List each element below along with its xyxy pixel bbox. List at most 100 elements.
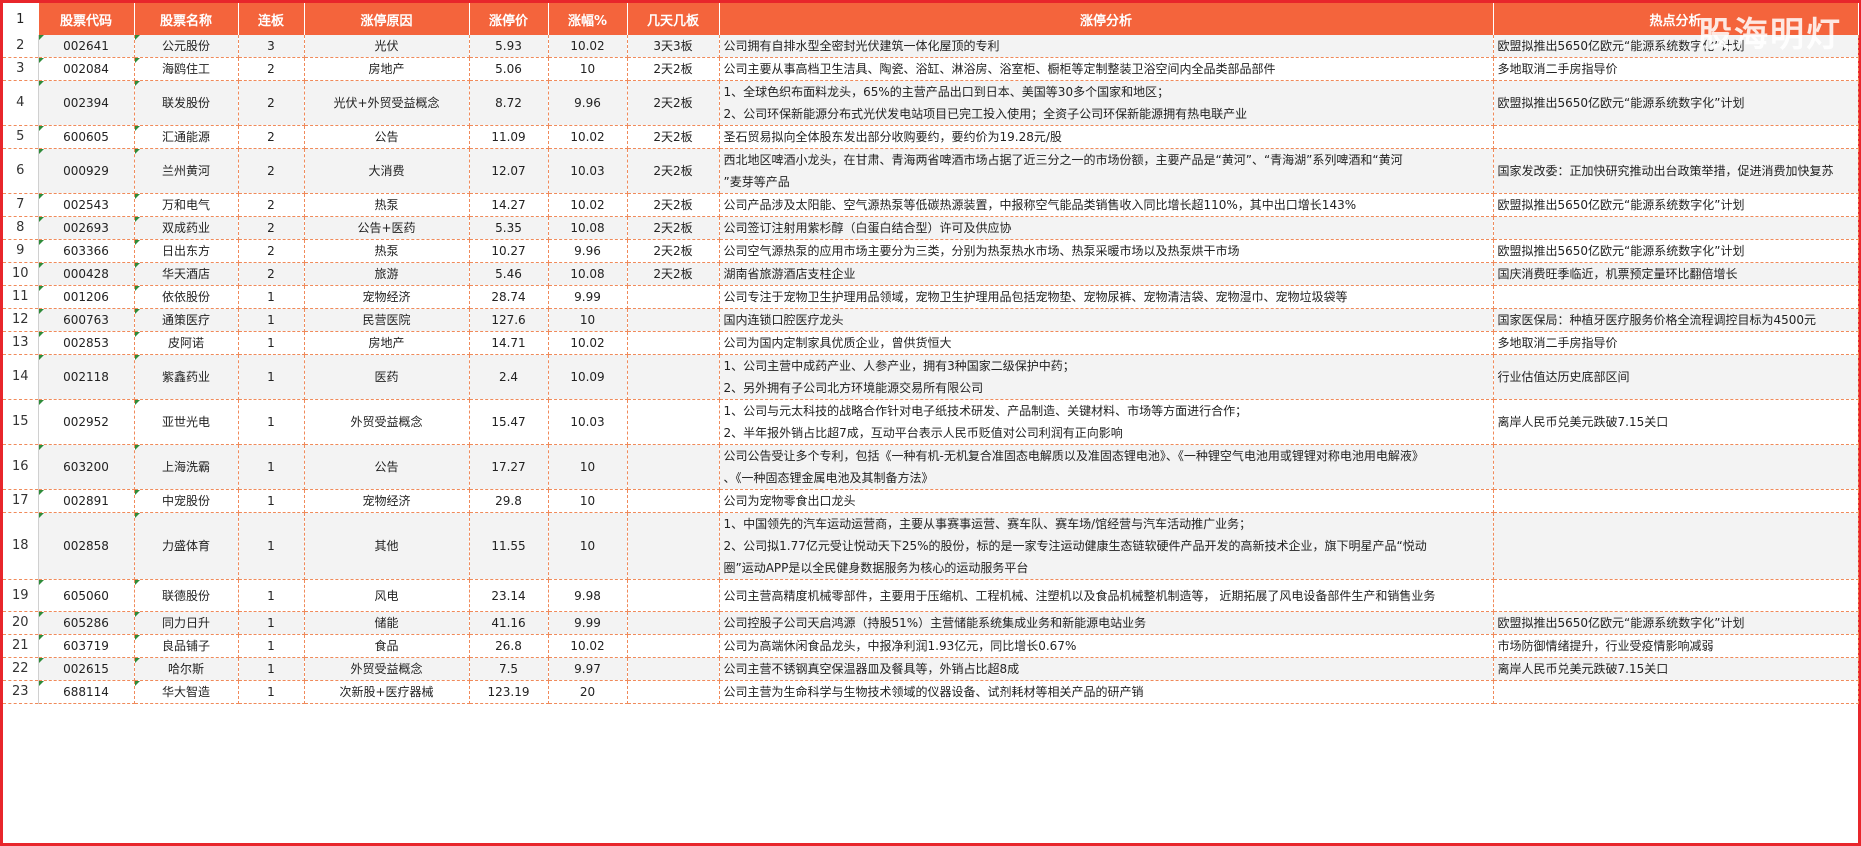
row-number-cell[interactable]: 12 [3, 308, 39, 332]
days-boards-cell[interactable] [627, 285, 720, 309]
hot-analysis-cell[interactable]: 欧盟拟推出5650亿欧元“能源系统数字化”计划 [1493, 239, 1859, 263]
stock-code-cell[interactable]: 002394 [38, 80, 135, 126]
stock-name-cell[interactable]: 良品铺子 [134, 634, 239, 658]
stock-name-cell[interactable]: 皮阿诺 [134, 331, 239, 355]
days-boards-cell[interactable]: 2天2板 [627, 125, 720, 149]
stock-code-cell[interactable]: 605060 [38, 579, 135, 612]
change-pct-cell[interactable]: 9.98 [548, 579, 628, 612]
stock-name-cell[interactable]: 华天酒店 [134, 262, 239, 286]
limit-up-analysis-cell[interactable]: 公司签订注射用紫杉醇（白蛋白结合型）许可及供应协 [719, 216, 1494, 240]
row-number-cell[interactable]: 2 [3, 35, 39, 58]
stock-code-cell[interactable]: 600605 [38, 125, 135, 149]
consecutive-boards-cell[interactable]: 1 [238, 354, 305, 400]
limit-up-reason-cell[interactable]: 公告+医药 [304, 216, 470, 240]
limit-up-reason-cell[interactable]: 公告 [304, 125, 470, 149]
limit-up-reason-cell[interactable]: 热泵 [304, 239, 470, 263]
consecutive-boards-cell[interactable]: 2 [238, 57, 305, 81]
limit-up-analysis-cell[interactable]: 公司主营不锈钢真空保温器皿及餐具等，外销占比超8成 [719, 657, 1494, 681]
stock-code-cell[interactable]: 002853 [38, 331, 135, 355]
row-number-cell[interactable]: 13 [3, 331, 39, 355]
limit-up-reason-cell[interactable]: 旅游 [304, 262, 470, 286]
hot-analysis-cell[interactable]: 离岸人民币兑美元跌破7.15关口 [1493, 399, 1859, 445]
limit-up-analysis-header[interactable]: 涨停分析 [719, 3, 1494, 35]
hot-analysis-cell[interactable]: 多地取消二手房指导价 [1493, 331, 1859, 355]
limit-up-analysis-cell[interactable]: 1、全球色织布面料龙头，65%的主营产品出口到日本、美国等30多个国家和地区； 2… [719, 80, 1494, 126]
limit-up-price-cell[interactable]: 14.27 [469, 193, 549, 217]
consecutive-boards-cell[interactable]: 1 [238, 680, 305, 704]
stock-code-header[interactable]: 股票代码 [38, 3, 135, 35]
change-pct-header[interactable]: 涨幅% [548, 3, 628, 35]
consecutive-boards-cell[interactable]: 2 [238, 193, 305, 217]
stock-code-cell[interactable]: 001206 [38, 285, 135, 309]
stock-name-cell[interactable]: 上海洗霸 [134, 444, 239, 490]
change-pct-cell[interactable]: 10 [548, 308, 628, 332]
limit-up-analysis-cell[interactable]: 湖南省旅游酒店支柱企业 [719, 262, 1494, 286]
limit-up-reason-cell[interactable]: 宠物经济 [304, 285, 470, 309]
row-number-cell[interactable]: 4 [3, 80, 39, 126]
consecutive-boards-cell[interactable]: 1 [238, 285, 305, 309]
consecutive-boards-cell[interactable]: 2 [238, 262, 305, 286]
change-pct-cell[interactable]: 9.99 [548, 285, 628, 309]
days-boards-cell[interactable]: 2天2板 [627, 80, 720, 126]
limit-up-price-cell[interactable]: 5.35 [469, 216, 549, 240]
days-boards-header[interactable]: 几天几板 [627, 3, 720, 35]
change-pct-cell[interactable]: 10.03 [548, 148, 628, 194]
hot-analysis-cell[interactable] [1493, 444, 1859, 490]
hot-analysis-cell[interactable]: 国庆消费旺季临近，机票预定量环比翻倍增长 [1493, 262, 1859, 286]
consecutive-boards-cell[interactable]: 2 [238, 239, 305, 263]
limit-up-price-cell[interactable]: 2.4 [469, 354, 549, 400]
stock-name-cell[interactable]: 兰州黄河 [134, 148, 239, 194]
limit-up-analysis-cell[interactable]: 公司控股子公司天启鸿源（持股51%）主营储能系统集成业务和新能源电站业务 [719, 611, 1494, 635]
change-pct-cell[interactable]: 10.09 [548, 354, 628, 400]
change-pct-cell[interactable]: 20 [548, 680, 628, 704]
days-boards-cell[interactable]: 2天2板 [627, 193, 720, 217]
limit-up-reason-cell[interactable]: 其他 [304, 512, 470, 580]
row-number-cell[interactable]: 5 [3, 125, 39, 149]
consecutive-boards-cell[interactable]: 1 [238, 611, 305, 635]
consecutive-boards-cell[interactable]: 1 [238, 444, 305, 490]
limit-up-analysis-cell[interactable]: 公司为高端休闲食品龙头，中报净利润1.93亿元，同比增长0.67% [719, 634, 1494, 658]
stock-name-cell[interactable]: 华大智造 [134, 680, 239, 704]
change-pct-cell[interactable]: 10 [548, 444, 628, 490]
consecutive-boards-cell[interactable]: 2 [238, 148, 305, 194]
stock-name-cell[interactable]: 万和电气 [134, 193, 239, 217]
hot-analysis-cell[interactable]: 行业估值达历史底部区间 [1493, 354, 1859, 400]
days-boards-cell[interactable]: 2天2板 [627, 239, 720, 263]
days-boards-cell[interactable] [627, 354, 720, 400]
limit-up-reason-cell[interactable]: 房地产 [304, 331, 470, 355]
change-pct-cell[interactable]: 9.99 [548, 611, 628, 635]
limit-up-analysis-cell[interactable]: 1、中国领先的汽车运动运营商，主要从事赛事运营、赛车队、赛车场/馆经营与汽车活动… [719, 512, 1494, 580]
limit-up-analysis-cell[interactable]: 1、公司主营中成药产业、人参产业，拥有3种国家二级保护中药； 2、另外拥有子公司北… [719, 354, 1494, 400]
stock-name-header[interactable]: 股票名称 [134, 3, 239, 35]
change-pct-cell[interactable]: 10 [548, 512, 628, 580]
hot-analysis-cell[interactable]: 市场防御情绪提升，行业受疫情影响减弱 [1493, 634, 1859, 658]
row-number-cell[interactable]: 8 [3, 216, 39, 240]
days-boards-cell[interactable] [627, 331, 720, 355]
days-boards-cell[interactable] [627, 634, 720, 658]
days-boards-cell[interactable] [627, 611, 720, 635]
limit-up-price-cell[interactable]: 5.46 [469, 262, 549, 286]
row-number-cell[interactable]: 9 [3, 239, 39, 263]
stock-name-cell[interactable]: 亚世光电 [134, 399, 239, 445]
stock-code-cell[interactable]: 002693 [38, 216, 135, 240]
days-boards-cell[interactable]: 2天2板 [627, 262, 720, 286]
row-number-cell[interactable]: 22 [3, 657, 39, 681]
hot-analysis-cell[interactable] [1493, 680, 1859, 704]
stock-name-cell[interactable]: 双成药业 [134, 216, 239, 240]
limit-up-analysis-cell[interactable]: 公司主要从事高档卫生洁具、陶瓷、浴缸、淋浴房、浴室柜、橱柜等定制整装卫浴空间内全… [719, 57, 1494, 81]
limit-up-analysis-cell[interactable]: 公司拥有自排水型全密封光伏建筑一体化屋顶的专利 [719, 35, 1494, 58]
limit-up-reason-cell[interactable]: 大消费 [304, 148, 470, 194]
change-pct-cell[interactable]: 10.02 [548, 634, 628, 658]
limit-up-analysis-cell[interactable]: 公司公告受让多个专利，包括《一种有机-无机复合准固态电解质以及准固态锂电池》、《… [719, 444, 1494, 490]
limit-up-price-cell[interactable]: 123.19 [469, 680, 549, 704]
limit-up-price-cell[interactable]: 11.09 [469, 125, 549, 149]
limit-up-price-cell[interactable]: 5.06 [469, 57, 549, 81]
stock-code-cell[interactable]: 600763 [38, 308, 135, 332]
row-number-cell[interactable]: 20 [3, 611, 39, 635]
limit-up-analysis-cell[interactable]: 圣石贸易拟向全体股东发出部分收购要约，要约价为19.28元/股 [719, 125, 1494, 149]
row-number-cell[interactable]: 23 [3, 680, 39, 704]
limit-up-reason-cell[interactable]: 民营医院 [304, 308, 470, 332]
limit-up-analysis-cell[interactable]: 公司专注于宠物卫生护理用品领域，宠物卫生护理用品包括宠物垫、宠物尿裤、宠物清洁袋… [719, 285, 1494, 309]
hot-analysis-cell[interactable] [1493, 489, 1859, 513]
change-pct-cell[interactable]: 9.97 [548, 657, 628, 681]
